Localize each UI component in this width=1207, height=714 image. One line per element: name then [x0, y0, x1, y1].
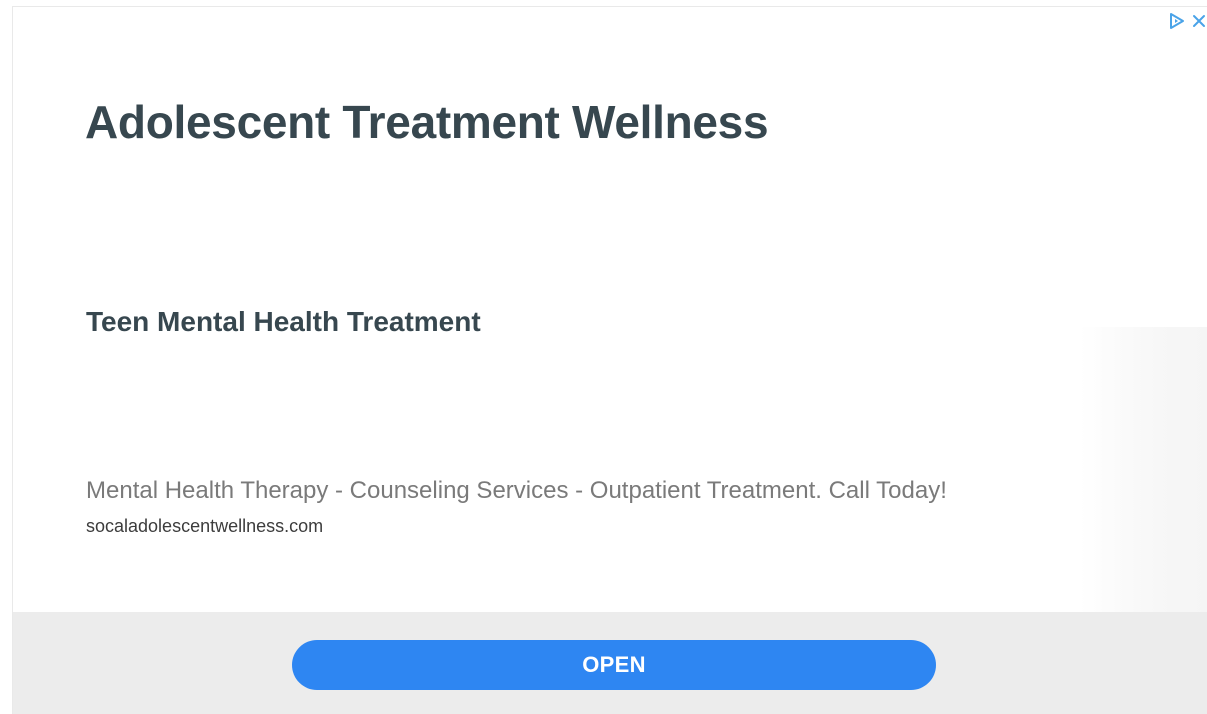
ad-container[interactable]: Adolescent Treatment Wellness Teen Menta… — [12, 6, 1207, 714]
ad-display-url[interactable]: socaladolescentwellness.com — [86, 516, 323, 537]
adchoices-controls — [1168, 10, 1207, 32]
ad-footer: OPEN — [13, 612, 1207, 714]
ad-headline[interactable]: Adolescent Treatment Wellness — [85, 95, 769, 149]
ad-subheadline[interactable]: Teen Mental Health Treatment — [86, 306, 481, 338]
background-panel — [1079, 327, 1207, 612]
open-button[interactable]: OPEN — [292, 640, 936, 690]
ad-description[interactable]: Mental Health Therapy - Counseling Servi… — [86, 477, 947, 505]
ad-content-area[interactable]: Adolescent Treatment Wellness Teen Menta… — [13, 7, 1207, 612]
close-icon[interactable] — [1190, 12, 1207, 30]
adchoices-icon[interactable] — [1168, 12, 1186, 30]
